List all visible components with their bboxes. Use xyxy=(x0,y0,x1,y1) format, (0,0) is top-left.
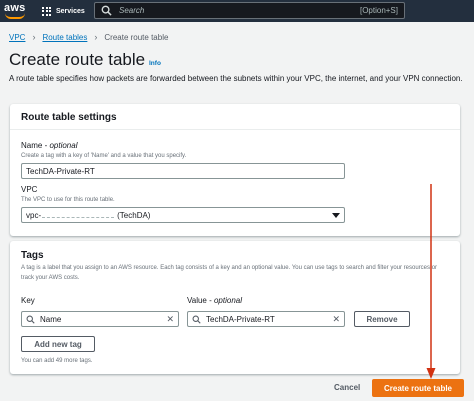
vpc-select-value: vpc- (TechDA) xyxy=(26,210,151,220)
remove-tag-button[interactable]: Remove xyxy=(354,311,410,327)
name-field-description: Create a tag with a key of 'Name' and a … xyxy=(21,153,187,159)
redacted-vpc-id xyxy=(42,212,115,219)
key-column-header: Key xyxy=(21,296,35,305)
search-shortcut-hint: [Option+S] xyxy=(359,6,398,15)
global-search-input[interactable]: Search [Option+S] xyxy=(94,2,405,19)
search-icon xyxy=(26,315,35,324)
tag-value-input[interactable]: TechDA-Private-RT ✕ xyxy=(187,311,345,327)
route-table-settings-panel: Route table settings Name - optional Cre… xyxy=(10,104,460,236)
tag-key-input[interactable]: Name ✕ xyxy=(21,311,179,327)
tag-key-value: Name xyxy=(40,314,62,324)
info-link[interactable]: Info xyxy=(149,60,161,67)
breadcrumb: VPC › Route tables › Create route table xyxy=(9,32,168,42)
vpc-field-description: The VPC to use for this route table. xyxy=(21,197,115,203)
tags-description: A tag is a label that you assign to an A… xyxy=(21,265,438,281)
page-description: A route table specifies how packets are … xyxy=(9,74,463,83)
add-new-tag-button[interactable]: Add new tag xyxy=(21,336,95,352)
vpc-select[interactable]: vpc- (TechDA) xyxy=(21,207,345,223)
vpc-field-label: VPC xyxy=(21,185,38,194)
breadcrumb-current: Create route table xyxy=(104,32,169,42)
panel-title: Route table settings xyxy=(21,112,117,123)
name-field-label: Name - optional xyxy=(21,141,78,150)
chevron-right-icon: › xyxy=(32,32,36,42)
name-input-value: TechDA-Private-RT xyxy=(26,166,95,176)
clear-icon[interactable]: ✕ xyxy=(332,314,340,325)
tag-value-value: TechDA-Private-RT xyxy=(206,314,275,324)
create-route-table-button[interactable]: Create route table xyxy=(372,379,464,397)
top-nav-bar: aws Services Search [Option+S] xyxy=(0,0,474,22)
aws-smile-icon xyxy=(5,13,25,19)
search-icon xyxy=(101,5,112,16)
chevron-right-icon: › xyxy=(94,32,98,42)
caret-down-icon xyxy=(332,212,340,218)
value-column-header: Value - optional xyxy=(187,296,243,305)
breadcrumb-route-tables-link[interactable]: Route tables xyxy=(42,33,87,42)
breadcrumb-vpc-link[interactable]: VPC xyxy=(9,33,25,42)
cancel-button[interactable]: Cancel xyxy=(334,383,360,392)
aws-logo[interactable]: aws xyxy=(4,2,28,20)
panel-title: Tags xyxy=(21,250,44,261)
annotation-arrow-icon xyxy=(426,184,436,379)
tag-limit-text: You can add 49 more tags. xyxy=(21,358,93,364)
grid-icon xyxy=(42,6,51,16)
clear-icon[interactable]: ✕ xyxy=(166,314,174,325)
tags-panel: Tags A tag is a label that you assign to… xyxy=(10,241,460,374)
services-menu-button[interactable]: Services xyxy=(42,4,85,18)
search-placeholder: Search xyxy=(119,6,145,15)
services-label: Services xyxy=(56,7,85,15)
name-input[interactable]: TechDA-Private-RT xyxy=(21,163,345,179)
page-title: Create route table xyxy=(9,50,146,69)
panel-header: Route table settings xyxy=(10,104,460,130)
search-icon xyxy=(192,315,201,324)
